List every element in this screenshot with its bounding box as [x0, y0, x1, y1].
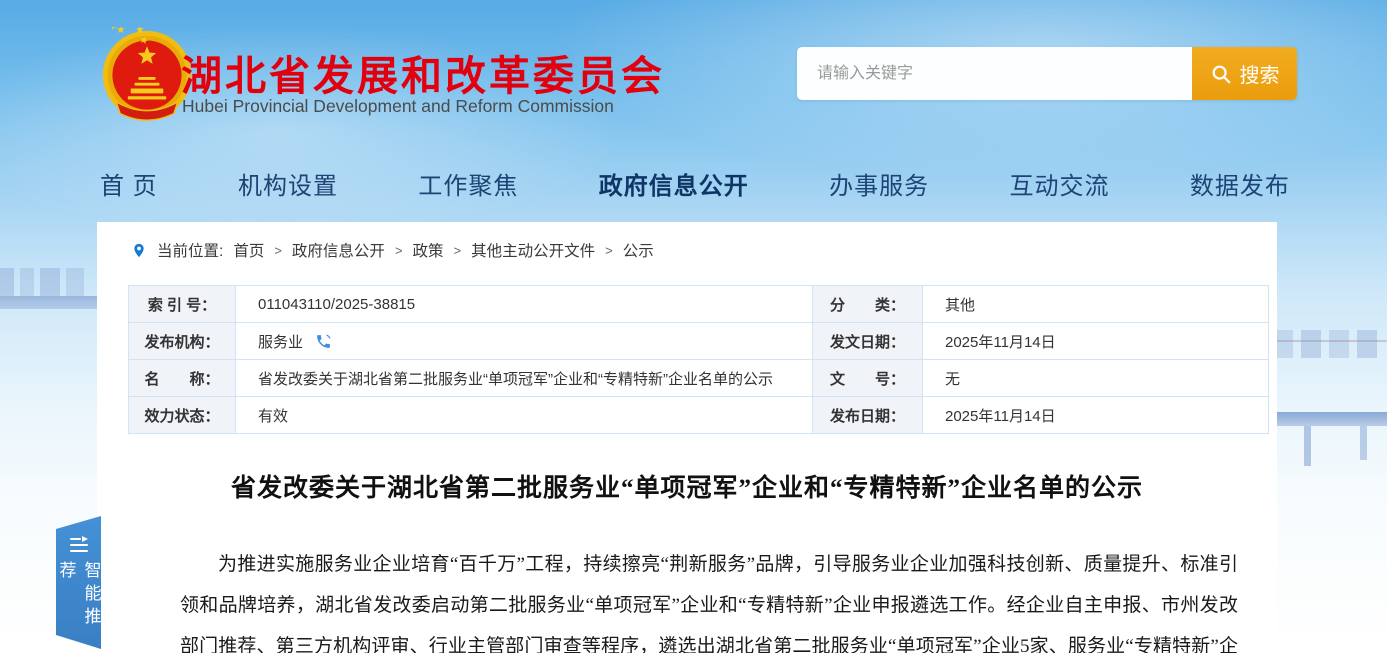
meta-value-validity-status: 有效 — [236, 397, 813, 434]
search-button[interactable]: 搜索 — [1192, 47, 1297, 100]
table-row: 效力状态： 有效 发布日期： 2025年11月14日 — [129, 397, 1269, 434]
breadcrumb-separator: > — [605, 243, 613, 258]
search-input[interactable] — [797, 47, 1192, 100]
site-header: 湖北省发展和改革委员会 Hubei Provincial Development… — [0, 0, 1387, 150]
background-bridge-pier — [1360, 426, 1367, 460]
meta-label-publish-date: 发布日期： — [813, 397, 923, 434]
background-bridge-left — [0, 296, 97, 309]
breadcrumb-gov-info[interactable]: 政府信息公开 — [292, 239, 385, 261]
content-panel: 当前位置: 首页 > 政府信息公开 > 政策 > 其他主动公开文件 > 公示 索… — [97, 222, 1277, 653]
nav-item-gov-info-disclosure[interactable]: 政府信息公开 — [599, 166, 749, 201]
search-button-label: 搜索 — [1240, 59, 1280, 88]
breadcrumb-label: 当前位置: — [157, 239, 223, 261]
table-row: 索 引 号： 011043110/2025-38815 分 类： 其他 — [129, 286, 1269, 323]
table-row: 名 称： 省发改委关于湖北省第二批服务业“单项冠军”企业和“专精特新”企业名单的… — [129, 360, 1269, 397]
phone-subscribe-icon[interactable] — [315, 333, 332, 350]
meta-label-title: 名 称： — [129, 360, 236, 397]
breadcrumb-home[interactable]: 首页 — [233, 239, 264, 261]
meta-label-category: 分 类： — [813, 286, 923, 323]
smart-recommend-tab[interactable]: 智能推荐 — [56, 516, 101, 649]
breadcrumb-other-open-files[interactable]: 其他主动公开文件 — [471, 239, 595, 261]
recommend-list-icon — [70, 538, 88, 551]
meta-value-issuing-agency: 服务业 — [236, 323, 813, 360]
meta-value-publish-date: 2025年11月14日 — [923, 397, 1269, 434]
main-nav: 首 页 机构设置 工作聚焦 政府信息公开 办事服务 互动交流 数据发布 — [100, 166, 1290, 201]
meta-value-issue-date: 2025年11月14日 — [923, 323, 1269, 360]
nav-item-services[interactable]: 办事服务 — [829, 166, 929, 201]
article-title: 省发改委关于湖北省第二批服务业“单项冠军”企业和“专精特新”企业名单的公示 — [97, 468, 1277, 504]
search-box: 搜索 — [797, 47, 1297, 100]
breadcrumb-separator: > — [274, 243, 282, 258]
search-icon — [1210, 63, 1232, 85]
meta-value-category: 其他 — [923, 286, 1269, 323]
table-row: 发布机构： 服务业 发文日期： 2025年11月14日 — [129, 323, 1269, 360]
meta-label-doc-number: 文 号： — [813, 360, 923, 397]
nav-item-organization[interactable]: 机构设置 — [238, 166, 338, 201]
site-subtitle: Hubei Provincial Development and Reform … — [182, 96, 614, 117]
breadcrumb-separator: > — [395, 243, 403, 258]
issuing-agency-text: 服务业 — [258, 334, 303, 351]
background-suspension-bridge-right — [1277, 340, 1387, 358]
meta-value-index-number: 011043110/2025-38815 — [236, 286, 813, 323]
background-city-right — [1277, 330, 1387, 358]
meta-value-doc-number: 无 — [923, 360, 1269, 397]
meta-value-title: 省发改委关于湖北省第二批服务业“单项冠军”企业和“专精特新”企业名单的公示 — [236, 360, 813, 397]
meta-label-index-number: 索 引 号： — [129, 286, 236, 323]
smart-recommend-label: 智能推荐 — [54, 561, 104, 649]
breadcrumb-public-notice[interactable]: 公示 — [623, 239, 654, 261]
breadcrumb-separator: > — [454, 243, 462, 258]
nav-item-data-release[interactable]: 数据发布 — [1190, 166, 1290, 201]
background-bridge-pier — [1304, 426, 1311, 466]
breadcrumb-policy[interactable]: 政策 — [413, 239, 444, 261]
meta-label-issue-date: 发文日期： — [813, 323, 923, 360]
site-title: 湖北省发展和改革委员会 — [181, 42, 665, 102]
background-city-left — [0, 268, 97, 296]
nav-item-interaction[interactable]: 互动交流 — [1010, 166, 1110, 201]
document-meta-table: 索 引 号： 011043110/2025-38815 分 类： 其他 发布机构… — [128, 285, 1269, 434]
nav-item-work-focus[interactable]: 工作聚焦 — [418, 166, 518, 201]
background-bridge-right — [1277, 412, 1387, 426]
meta-label-issuing-agency: 发布机构： — [129, 323, 236, 360]
article-paragraph: 为推进实施服务业企业培育“百千万”工程，持续擦亮“荆新服务”品牌，引导服务业企业… — [180, 544, 1238, 653]
nav-item-home[interactable]: 首 页 — [100, 166, 158, 201]
meta-label-validity-status: 效力状态： — [129, 397, 236, 434]
location-pin-icon — [131, 241, 147, 260]
breadcrumb: 当前位置: 首页 > 政府信息公开 > 政策 > 其他主动公开文件 > 公示 — [131, 239, 654, 261]
